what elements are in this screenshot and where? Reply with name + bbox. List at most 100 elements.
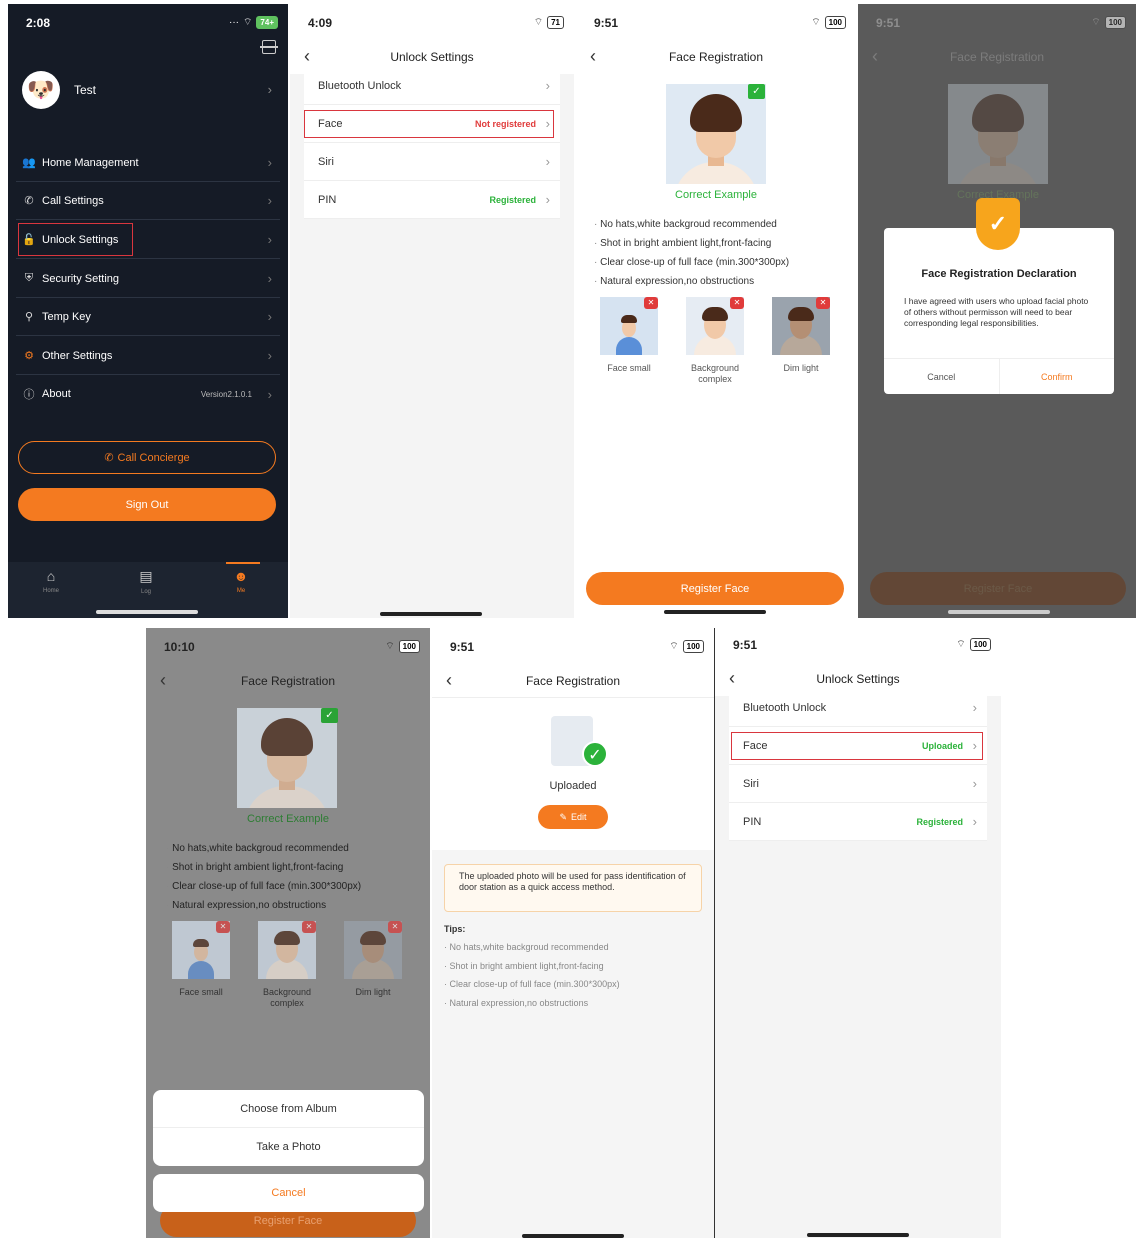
menu-about[interactable]: ⓘ About Version2.1.0.1 › — [16, 375, 280, 413]
back-icon: ‹ — [160, 670, 166, 690]
tips-label: Tips: — [444, 924, 466, 934]
correct-example-image — [237, 708, 337, 808]
row-siri[interactable]: Siri › — [304, 143, 560, 181]
phone-icon: ✆ — [104, 452, 114, 464]
status-time: 2:08 — [26, 16, 51, 30]
pencil-icon: ✎ — [559, 811, 568, 822]
check-circle-icon: ✓ — [582, 741, 608, 767]
bad-example-dim-light: ✕ — [344, 921, 402, 979]
avatar[interactable]: 🐶 — [22, 71, 60, 109]
status-time: 9:51 — [594, 16, 619, 30]
status-bar: 9:51 ⌔ 100 — [432, 628, 714, 664]
call-concierge-button[interactable]: ✆ Call Concierge — [18, 441, 276, 474]
wifi-icon: ⌔ — [1091, 17, 1101, 28]
menu-security-setting[interactable]: ⛨ Security Setting › — [16, 260, 280, 298]
declaration-dialog: Face Registration Declaration I have agr… — [884, 228, 1114, 394]
chevron-right-icon: › — [267, 155, 272, 170]
menu-home-management[interactable]: 👥 Home Management › — [16, 144, 280, 182]
battery-icon: 100 — [398, 640, 420, 653]
cancel-button[interactable]: Cancel — [153, 1174, 424, 1212]
status-bar: 10:10 ⌔ 100 — [146, 628, 430, 664]
version-text: Version2.1.0.1 — [200, 389, 252, 399]
bad-example-face-small: ✕ — [172, 921, 230, 979]
row-siri[interactable]: Siri › — [729, 765, 987, 803]
status-time: 9:51 — [450, 640, 475, 654]
tab-me[interactable]: ☻ Me — [216, 568, 266, 594]
edit-button[interactable]: ✎ Edit — [538, 805, 608, 829]
shield-icon: ⛨ — [24, 272, 34, 284]
correct-example-label: Correct Example — [675, 189, 757, 201]
status-bar: 2:08 ··· ⌔ 74+ — [8, 4, 288, 40]
nav-bar: ‹ Face Registration — [432, 664, 714, 698]
status-time: 4:09 — [308, 16, 333, 30]
sign-out-button[interactable]: Sign Out — [18, 488, 276, 521]
close-icon: ✕ — [730, 297, 744, 309]
battery-icon: 71 — [547, 16, 564, 29]
tips-list: No hats,white backgroud recommended Shot… — [166, 839, 361, 915]
chevron-right-icon: › — [972, 776, 977, 791]
row-bluetooth-unlock[interactable]: Bluetooth Unlock › — [304, 67, 560, 105]
confirm-button[interactable]: Confirm — [1000, 359, 1115, 394]
tips-list: No hats,white backgroud recommended Shot… — [444, 938, 620, 1012]
uploaded-label: Uploaded — [549, 780, 597, 792]
register-face-button: Register Face — [870, 572, 1126, 605]
scan-icon[interactable] — [260, 40, 278, 54]
chevron-right-icon: › — [267, 232, 272, 247]
highlight-box — [18, 223, 133, 256]
chevron-right-icon: › — [267, 271, 272, 286]
chevron-right-icon: › — [972, 700, 977, 715]
photo-source-screen: 10:10 ⌔ 100 ‹ Face Registration ✓ Correct … — [146, 628, 430, 1238]
tab-log[interactable]: ▤ Log — [121, 568, 171, 595]
status-badge: Registered — [916, 816, 963, 827]
home-indicator — [96, 610, 198, 614]
take-photo-button[interactable]: Take a Photo — [153, 1128, 424, 1166]
page-title: Face Registration — [668, 50, 764, 64]
users-icon: 👥 — [22, 157, 36, 169]
home-indicator — [664, 610, 766, 614]
chevron-right-icon: › — [545, 154, 550, 169]
menu-temp-key[interactable]: ⚲ Temp Key › — [16, 298, 280, 336]
row-bluetooth-unlock[interactable]: Bluetooth Unlock › — [729, 689, 987, 727]
tab-home[interactable]: ⌂ Home — [26, 568, 76, 594]
battery-icon: 100 — [824, 16, 846, 29]
highlight-box — [731, 732, 983, 760]
action-sheet: Choose from Album Take a Photo — [153, 1090, 424, 1166]
unlock-settings-uploaded-screen: 9:51 ⌔ 100 ‹ Unlock Settings Bluetooth Unl… — [715, 626, 1001, 1238]
status-bar: 9:51 ⌔ 100 — [576, 4, 856, 40]
chevron-right-icon: › — [545, 78, 550, 93]
menu-call-settings[interactable]: ✆ Call Settings › — [16, 182, 280, 220]
register-face-button[interactable]: Register Face — [586, 572, 844, 605]
me-screen: 2:08 ··· ⌔ 74+ 🐶 Test › 👥 Home Management › … — [8, 4, 288, 618]
row-pin[interactable]: PIN Registered › — [729, 803, 987, 841]
username[interactable]: Test — [74, 83, 96, 97]
wifi-icon: ⌔ — [243, 17, 253, 28]
page-title: Unlock Settings — [390, 50, 474, 64]
home-indicator — [807, 1233, 909, 1237]
close-icon: ✕ — [816, 297, 830, 309]
face-uploaded-screen: 9:51 ⌔ 100 ‹ Face Registration ✓ Uploaded … — [432, 628, 714, 1238]
nav-bar: ‹ Face Registration — [146, 664, 430, 698]
back-icon[interactable]: ‹ — [446, 664, 452, 696]
page-title: Unlock Settings — [816, 672, 900, 686]
highlight-box — [304, 110, 554, 138]
battery-icon: 74+ — [256, 16, 278, 29]
close-icon: ✕ — [388, 921, 402, 933]
correct-example-image — [948, 84, 1048, 184]
status-bar: 9:51 ⌔ 100 — [858, 4, 1136, 40]
shield-check-icon: ✓ — [976, 198, 1020, 250]
menu-other-settings[interactable]: ⚙ Other Settings › — [16, 337, 280, 375]
info-icon: ⓘ — [23, 389, 35, 401]
row-pin[interactable]: PIN Registered › — [304, 181, 560, 219]
choose-from-album-button[interactable]: Choose from Album — [153, 1090, 424, 1128]
cancel-button[interactable]: Cancel — [884, 359, 1000, 394]
chevron-right-icon: › — [267, 82, 272, 97]
bad-example-face-small: ✕ — [600, 297, 658, 355]
check-icon: ✓ — [321, 708, 338, 723]
close-icon: ✕ — [216, 921, 230, 933]
wifi-icon: ⌔ — [669, 641, 679, 652]
page-title: Face Registration — [525, 674, 621, 688]
status-bar: 4:09 ⌔ 71 — [290, 4, 574, 40]
wifi-icon: ⌔ — [385, 641, 395, 652]
wifi-icon: ⌔ — [811, 17, 821, 28]
phone-icon: ✆ — [24, 195, 34, 207]
